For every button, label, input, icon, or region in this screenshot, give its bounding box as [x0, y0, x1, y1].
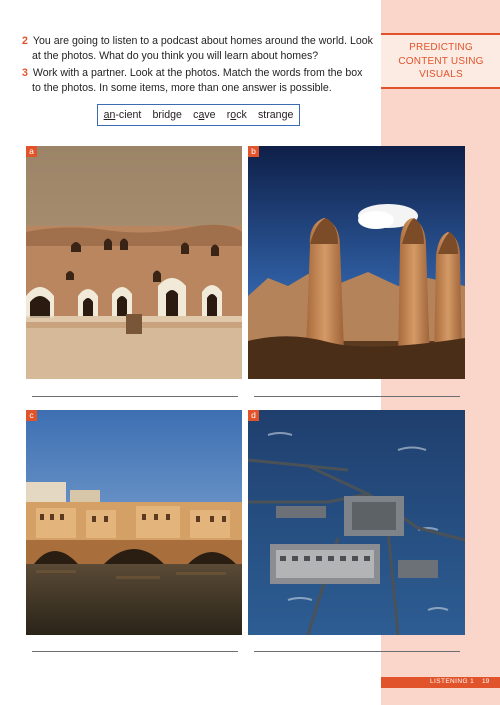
question-3: 3 Work with a partner. Look at the photos… — [22, 66, 362, 96]
skill-heading-line-1: PREDICTING — [409, 42, 473, 53]
word-strange: strange — [258, 109, 294, 121]
skill-heading-line-2: CONTENT USING — [398, 55, 484, 67]
photo-cave-dwellings — [26, 146, 242, 379]
photo-label-d: d — [248, 410, 259, 421]
page-number: 19 — [482, 678, 490, 685]
question-2: 2 You are going to listen to a podcast ab… — [22, 34, 373, 64]
question-text-line-1: Work with a partner. Look at the photos.… — [32, 67, 363, 79]
word-bridge: bridge — [152, 109, 182, 121]
photo-label-a: a — [26, 146, 37, 157]
question-text-line-1: You are going to listen to a podcast abo… — [32, 35, 373, 47]
word-cave: cave — [193, 109, 216, 121]
question-text-line-2: at the photos. What do you think you wil… — [32, 50, 319, 62]
answer-line-a[interactable] — [32, 396, 238, 397]
photo-rock-chimneys — [248, 146, 465, 379]
answer-line-b[interactable] — [254, 396, 460, 397]
question-number: 3 — [22, 67, 28, 79]
word-ancient: an-cient — [103, 109, 142, 121]
skill-heading-line-3: VISUALS — [419, 69, 463, 80]
answer-line-c[interactable] — [32, 651, 238, 652]
photo-bridge — [26, 410, 242, 635]
word-box: an-cient bridge cave rock strange — [97, 104, 300, 126]
skill-heading: PREDICTING CONTENT USING VISUALS — [386, 41, 496, 82]
photo-sea-fort — [248, 410, 465, 635]
footer-section-label: LISTENING 1 — [430, 678, 475, 685]
word-rock: rock — [226, 109, 247, 121]
question-number: 2 — [22, 35, 28, 47]
answer-line-d[interactable] — [254, 651, 460, 652]
question-text-line-2: to the photos. In some items, more than … — [32, 82, 332, 94]
photo-label-b: b — [248, 146, 259, 157]
photo-label-c: c — [26, 410, 37, 421]
